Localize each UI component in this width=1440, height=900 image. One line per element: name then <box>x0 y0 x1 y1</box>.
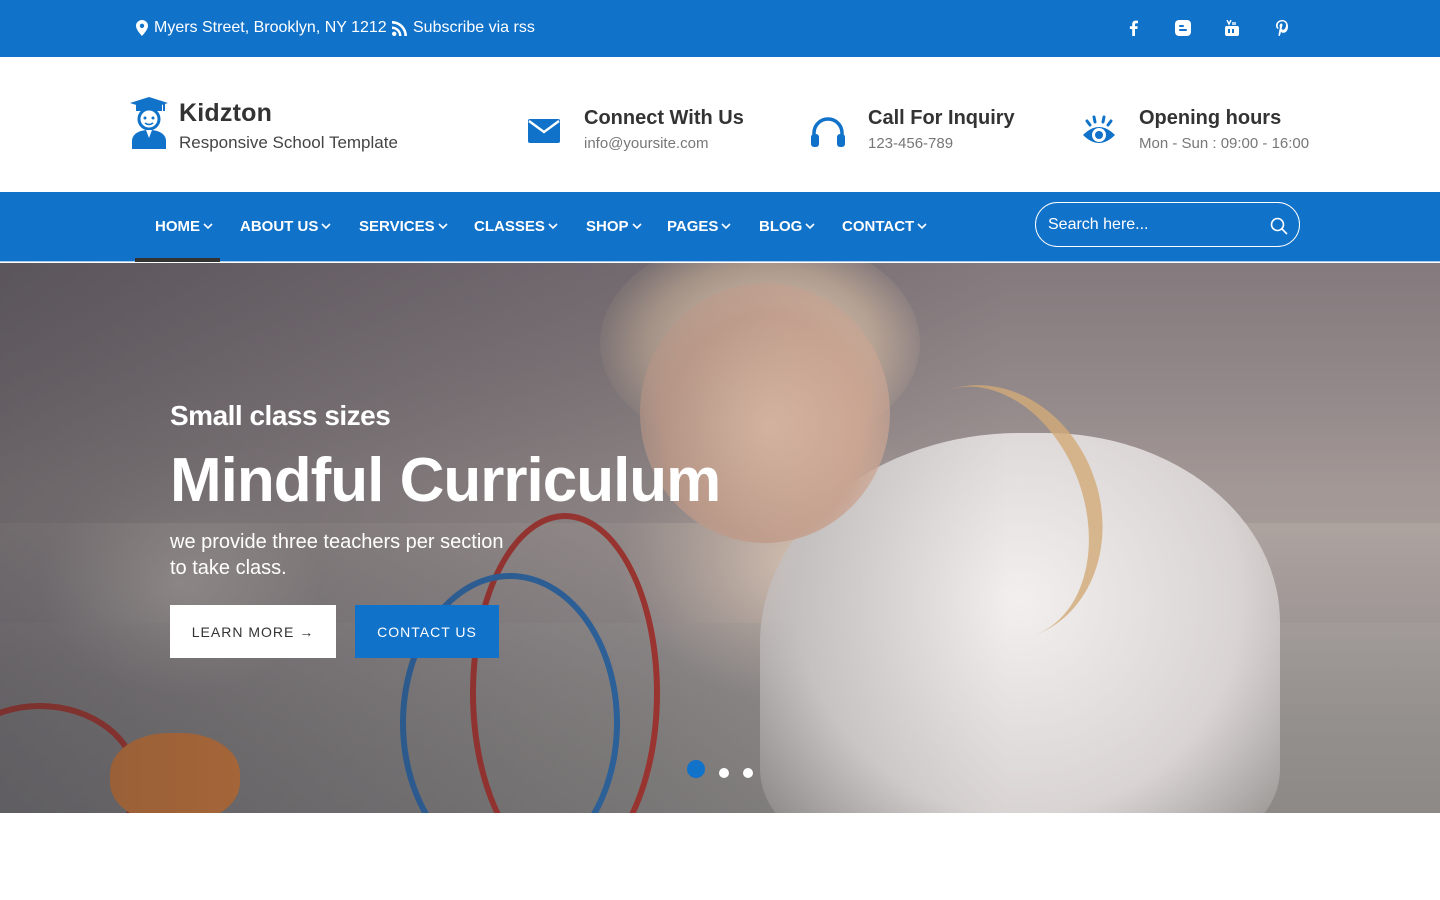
chevron-down-icon <box>548 223 558 230</box>
info-inquiry-phone[interactable]: 123-456-789 <box>868 135 1015 152</box>
info-hours-title: Opening hours <box>1139 107 1282 129</box>
nav-label: ABOUT US <box>240 218 319 235</box>
address: Myers Street, Brooklyn, NY 1212 <box>136 19 387 37</box>
nav-item-home[interactable]: HOME <box>155 218 213 235</box>
nav-item-about-us[interactable]: ABOUT US <box>240 218 331 235</box>
site-header: Kidzton Responsive School Template Conne… <box>0 57 1440 192</box>
hero-description: we provide three teachers per section to… <box>170 529 530 581</box>
eye-icon <box>1081 115 1117 152</box>
main-nav: HOME ABOUT US SERVICES CLASSES SHOP PAGE… <box>0 192 1440 262</box>
rss-icon <box>392 20 407 36</box>
hero-description-line-2: to take class. <box>170 557 287 579</box>
address-text: Myers Street, Brooklyn, NY 1212 <box>154 19 387 36</box>
mail-icon <box>528 119 560 148</box>
slider-dot-2[interactable] <box>719 768 729 778</box>
chevron-down-icon <box>203 223 213 230</box>
info-connect-email[interactable]: info@yoursite.com <box>584 135 744 152</box>
pinterest-icon[interactable] <box>1272 18 1292 38</box>
chevron-down-icon <box>917 223 927 230</box>
search-icon[interactable] <box>1270 217 1288 240</box>
info-hours-text: Mon - Sun : 09:00 - 16:00 <box>1139 135 1310 152</box>
brand-tagline: Responsive School Template <box>179 133 398 152</box>
map-pin-icon <box>136 20 148 36</box>
youtube-icon[interactable] <box>1222 18 1242 38</box>
slider-dot-1[interactable] <box>687 760 705 778</box>
hero-slider: Small class sizes Mindful Curriculum we … <box>0 263 1440 813</box>
hero-description-line-1: we provide three teachers per section <box>170 531 504 553</box>
info-inquiry: Call For Inquiry 123-456-789 <box>868 107 1015 152</box>
nav-item-blog[interactable]: BLOG <box>759 218 815 235</box>
search-box <box>1035 202 1300 247</box>
nav-item-pages[interactable]: PAGES <box>667 218 731 235</box>
learn-more-button[interactable]: LEARN MORE → <box>170 605 336 658</box>
nav-item-contact[interactable]: CONTACT <box>842 218 927 235</box>
nav-active-indicator <box>135 258 220 262</box>
slider-dot-3[interactable] <box>743 768 753 778</box>
facebook-icon[interactable] <box>1123 18 1143 38</box>
nav-label: BLOG <box>759 218 803 235</box>
nav-item-classes[interactable]: CLASSES <box>474 218 558 235</box>
info-hours: Opening hours Mon - Sun : 09:00 - 16:00 <box>1139 107 1309 152</box>
nav-label: HOME <box>155 218 200 235</box>
brand-name[interactable]: Kidzton <box>179 99 272 128</box>
headphones-icon <box>810 116 846 153</box>
info-connect-title: Connect With Us <box>584 107 744 129</box>
hero-title: Mindful Curriculum <box>170 446 721 515</box>
hero-pre-title: Small class sizes <box>170 400 391 431</box>
graduate-logo-icon[interactable] <box>130 97 168 154</box>
nav-item-services[interactable]: SERVICES <box>359 218 448 235</box>
top-bar: Myers Street, Brooklyn, NY 1212 Subscrib… <box>0 0 1440 57</box>
chevron-down-icon <box>321 223 331 230</box>
info-connect: Connect With Us info@yoursite.com <box>584 107 744 152</box>
search-input[interactable] <box>1048 213 1258 237</box>
chevron-down-icon <box>805 223 815 230</box>
chevron-down-icon <box>438 223 448 230</box>
chevron-down-icon <box>721 223 731 230</box>
rss-text: Subscribe via rss <box>413 19 535 36</box>
nav-item-shop[interactable]: SHOP <box>586 218 642 235</box>
nav-label: CLASSES <box>474 218 545 235</box>
blogger-icon[interactable] <box>1173 18 1193 38</box>
rss-link[interactable]: Subscribe via rss <box>392 19 535 37</box>
nav-label: SHOP <box>586 218 629 235</box>
nav-label: PAGES <box>667 218 719 235</box>
nav-label: SERVICES <box>359 218 435 235</box>
chevron-down-icon <box>631 223 642 230</box>
info-inquiry-title: Call For Inquiry <box>868 107 1015 129</box>
contact-us-button[interactable]: CONTACT US <box>355 605 499 658</box>
nav-label: CONTACT <box>842 218 915 235</box>
